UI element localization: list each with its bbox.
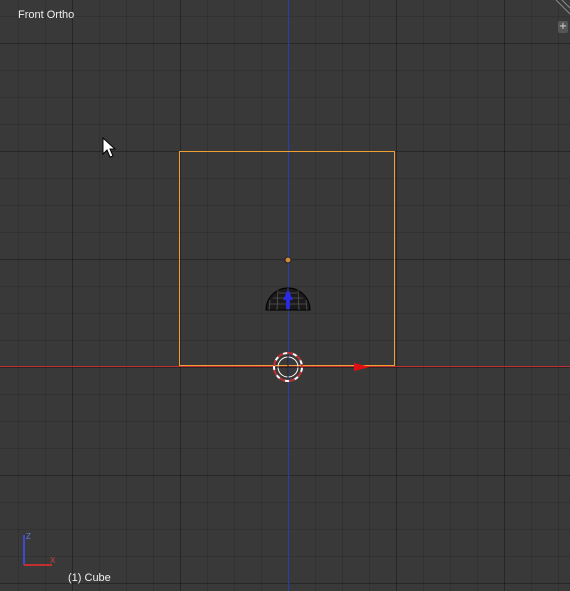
active-object-label: (1) Cube: [68, 572, 111, 584]
gizmo-x-label: X: [50, 556, 56, 565]
3d-cursor-icon[interactable]: [273, 352, 303, 382]
mouse-pointer-icon: [102, 137, 117, 158]
viewport-overlay: [265, 0, 570, 382]
view-name-label: Front Ortho: [18, 9, 75, 21]
gizmo-z-label: Z: [26, 532, 31, 541]
origin-dot-icon[interactable]: [284, 256, 292, 264]
corner-resize-icon[interactable]: [555, 0, 570, 15]
lamp-icon[interactable]: [265, 287, 311, 311]
x-arrow-icon[interactable]: [354, 363, 370, 371]
3d-viewport[interactable]: + Front Ortho Z X (1) Cube: [0, 0, 570, 591]
axis-orientation-gizmo: Z X: [23, 532, 56, 566]
add-icon[interactable]: +: [558, 21, 568, 33]
